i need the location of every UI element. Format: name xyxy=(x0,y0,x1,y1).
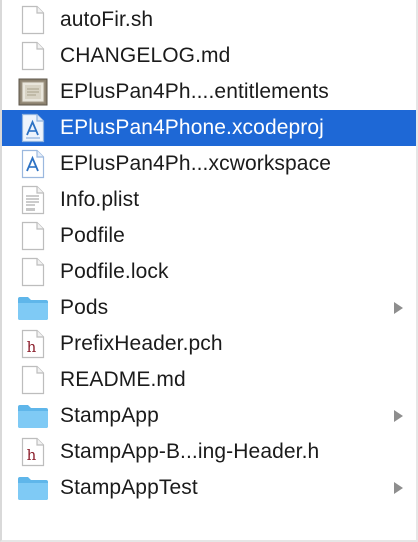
plist-icon xyxy=(16,185,50,215)
disclosure-triangle-icon[interactable] xyxy=(392,481,404,495)
folder-icon xyxy=(16,401,50,431)
svg-text:h: h xyxy=(27,446,37,464)
file-row[interactable]: Podfile xyxy=(2,218,416,254)
file-row[interactable]: h PrefixHeader.pch xyxy=(2,326,416,362)
document-icon xyxy=(16,5,50,35)
file-row[interactable]: autoFir.sh xyxy=(2,2,416,38)
folder-row[interactable]: StampAppTest xyxy=(2,470,416,506)
folder-icon xyxy=(16,473,50,503)
finder-file-list-window: autoFir.sh CHANGELOG.md EPlusPan4Ph....e… xyxy=(0,0,418,542)
disclosure-triangle-icon[interactable] xyxy=(392,301,404,315)
file-row[interactable]: EPlusPan4Ph....entitlements xyxy=(2,74,416,110)
folder-row[interactable]: Pods xyxy=(2,290,416,326)
document-icon xyxy=(16,221,50,251)
file-name-label: Podfile xyxy=(60,224,125,247)
xcworkspace-icon xyxy=(16,149,50,179)
document-icon xyxy=(16,257,50,287)
file-row[interactable]: h StampApp-B...ing-Header.h xyxy=(2,434,416,470)
file-name-label: Pods xyxy=(60,296,109,319)
file-list: autoFir.sh CHANGELOG.md EPlusPan4Ph....e… xyxy=(2,2,416,506)
file-row[interactable]: Podfile.lock xyxy=(2,254,416,290)
file-row[interactable]: EPlusPan4Phone.xcodeproj xyxy=(2,110,416,146)
file-name-label: CHANGELOG.md xyxy=(60,44,231,67)
file-name-label: Info.plist xyxy=(60,188,140,211)
svg-text:h: h xyxy=(27,338,37,356)
document-icon xyxy=(16,365,50,395)
header-file-icon: h xyxy=(16,437,50,467)
file-name-label: PrefixHeader.pch xyxy=(60,332,223,355)
file-name-label: StampAppTest xyxy=(60,476,198,499)
file-name-label: Podfile.lock xyxy=(60,260,169,283)
folder-icon xyxy=(16,293,50,323)
header-file-icon: h xyxy=(16,329,50,359)
folder-row[interactable]: StampApp xyxy=(2,398,416,434)
file-name-label: StampApp-B...ing-Header.h xyxy=(60,440,320,463)
file-name-label: EPlusPan4Ph...xcworkspace xyxy=(60,152,331,175)
xcodeproj-icon xyxy=(16,113,50,143)
file-row[interactable]: README.md xyxy=(2,362,416,398)
file-name-label: EPlusPan4Ph....entitlements xyxy=(60,80,329,103)
file-name-label: EPlusPan4Phone.xcodeproj xyxy=(60,116,324,139)
file-name-label: StampApp xyxy=(60,404,159,427)
file-row[interactable]: CHANGELOG.md xyxy=(2,38,416,74)
entitlements-icon xyxy=(16,77,50,107)
document-icon xyxy=(16,41,50,71)
file-row[interactable]: Info.plist xyxy=(2,182,416,218)
file-name-label: autoFir.sh xyxy=(60,8,154,31)
file-name-label: README.md xyxy=(60,368,186,391)
file-row[interactable]: EPlusPan4Ph...xcworkspace xyxy=(2,146,416,182)
disclosure-triangle-icon[interactable] xyxy=(392,409,404,423)
